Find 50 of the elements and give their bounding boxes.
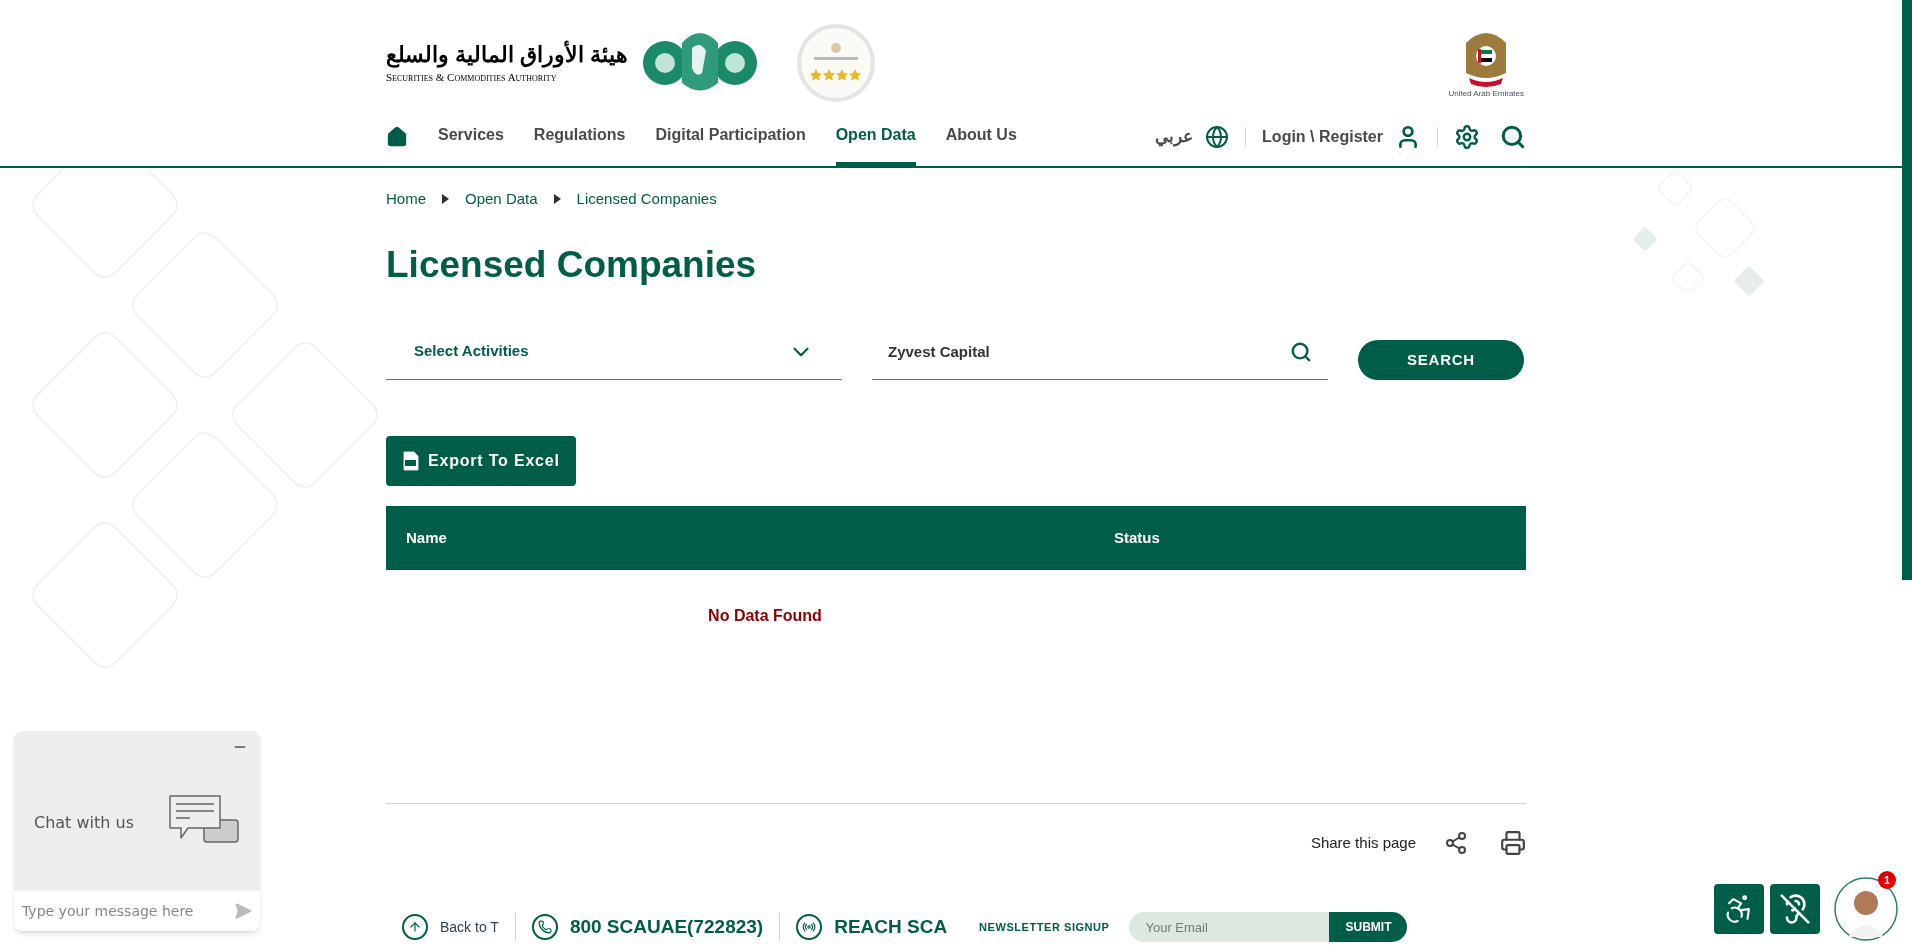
breadcrumb-current: Licensed Companies bbox=[576, 189, 717, 209]
nav-tab[interactable]: Regulations bbox=[533, 108, 626, 166]
footer-link[interactable]: 800 SCAUAE(722823) bbox=[569, 912, 764, 942]
scrollbar[interactable] bbox=[1902, 0, 1912, 580]
assistant-avatar[interactable] bbox=[1834, 877, 1898, 941]
chat-title: Chat with us bbox=[34, 812, 134, 834]
settings-icon[interactable] bbox=[1454, 124, 1480, 150]
email-field[interactable]: Your Email bbox=[1129, 912, 1330, 942]
caret-icon bbox=[553, 194, 561, 205]
empty-message: No Data Found bbox=[708, 606, 822, 626]
search-field[interactable]: Zyvest Capital bbox=[872, 324, 1328, 380]
nav-tab[interactable]: About Us bbox=[945, 108, 1017, 166]
page-title: Licensed Companies bbox=[386, 242, 758, 287]
footer-link[interactable]: Back to T bbox=[440, 916, 499, 938]
spreadsheet-file-icon bbox=[402, 451, 420, 471]
breadcrumb-link[interactable]: Home bbox=[386, 188, 426, 211]
home-icon[interactable] bbox=[386, 126, 408, 148]
search-button[interactable]: SEARCH bbox=[1358, 340, 1524, 380]
chat-input-field[interactable]: Type your message here bbox=[14, 891, 260, 931]
login-link[interactable]: Login \ Register bbox=[1262, 125, 1383, 149]
print-icon[interactable] bbox=[1500, 830, 1526, 856]
share-label: Share this page bbox=[1310, 832, 1416, 853]
globe-icon[interactable] bbox=[1205, 125, 1230, 149]
activity-select[interactable]: Select Activities bbox=[386, 324, 842, 380]
newsletter-label: NEWSLETTER SIGNUP bbox=[979, 919, 1110, 935]
nav-tab[interactable]: Digital Participation bbox=[655, 108, 806, 166]
footer-link[interactable]: REACH SCA bbox=[834, 912, 948, 942]
logo-english-text: Securities & Commodities Authority bbox=[386, 69, 557, 85]
notification-badge: 1 bbox=[1878, 871, 1896, 889]
breadcrumb-link[interactable]: Open Data bbox=[465, 188, 538, 211]
arrow-up-icon bbox=[402, 914, 428, 940]
export-button[interactable]: Export To Excel bbox=[386, 436, 576, 486]
logo-arabic-text: هيئة الأوراق المالية والسلع bbox=[386, 41, 629, 69]
submit-button[interactable]: SUBMIT bbox=[1329, 912, 1408, 942]
search-icon[interactable] bbox=[1500, 124, 1526, 150]
ear-off-icon bbox=[1779, 893, 1811, 925]
search-icon[interactable] bbox=[1290, 341, 1312, 363]
signal-icon bbox=[796, 914, 823, 940]
column-header: Name bbox=[405, 527, 448, 548]
phone-icon bbox=[531, 914, 558, 940]
emblem-caption: United Arab Emirates bbox=[1448, 90, 1524, 98]
share-icon[interactable] bbox=[1444, 831, 1468, 855]
hearing-button[interactable] bbox=[1770, 884, 1820, 934]
nav-tab[interactable]: Services bbox=[438, 108, 504, 166]
caret-icon bbox=[442, 194, 449, 205]
column-header: Status bbox=[1114, 527, 1160, 548]
nav-tab[interactable]: Open Data bbox=[835, 108, 916, 166]
award-badge-icon bbox=[796, 23, 877, 103]
language-link[interactable]: عربي bbox=[1155, 124, 1194, 150]
accessibility-button[interactable] bbox=[1714, 884, 1764, 934]
